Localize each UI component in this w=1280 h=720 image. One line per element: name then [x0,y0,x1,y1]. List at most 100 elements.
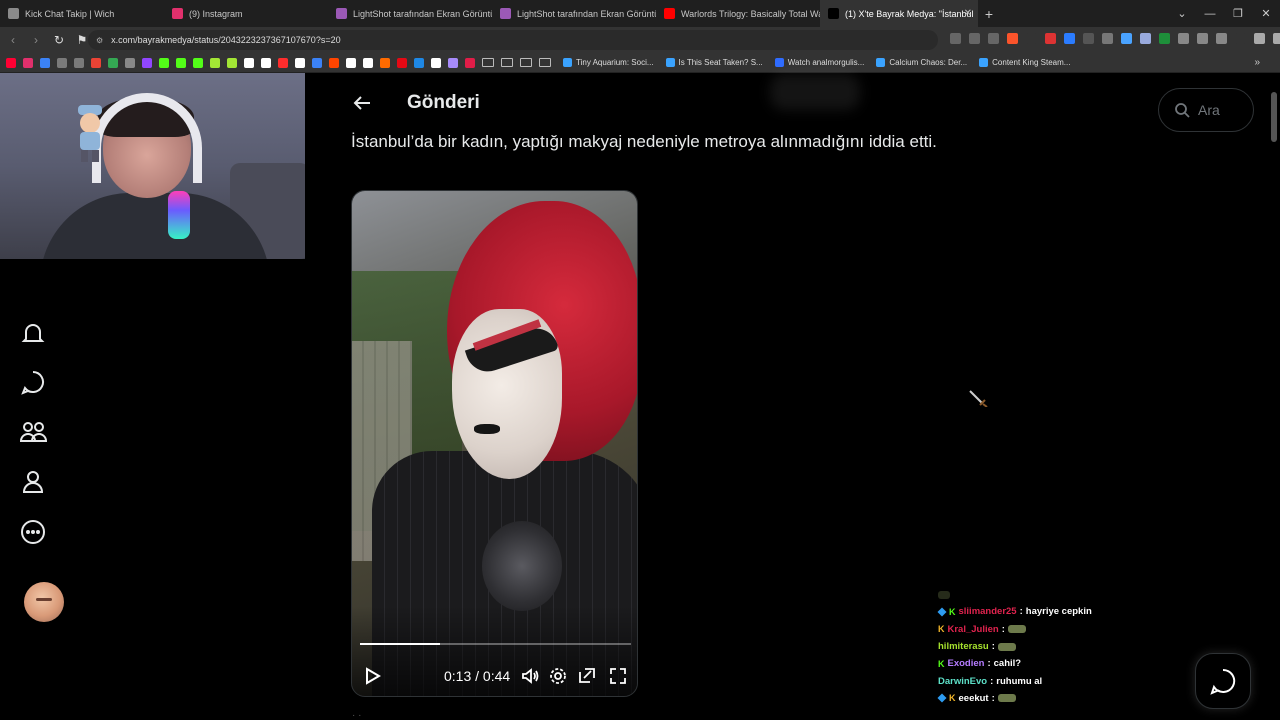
bookmark-item[interactable]: Tiny Aquarium: Soci... [563,58,654,67]
menu-icon[interactable] [1273,33,1280,44]
bookmark-item[interactable]: Calcium Chaos: Der... [876,58,967,67]
bookmark-icon[interactable] [329,57,339,68]
bookmark-icon[interactable] [465,57,475,68]
bookmark-icon[interactable] [295,57,305,68]
chat-message: Keeekut: [937,690,1178,707]
account-avatar[interactable] [24,582,64,622]
bookmark-icon[interactable] [176,57,186,68]
more-options-icon[interactable] [18,517,48,547]
cast-icon[interactable] [950,33,961,44]
bookmark-icon[interactable] [431,57,441,68]
sidebar-icon[interactable] [1216,33,1227,44]
extension-icon[interactable] [1064,33,1075,44]
url-bar[interactable]: ⚙ x.com/bayrakmedya/status/2043223237367… [88,30,938,50]
bookmark-icon[interactable] [142,57,152,68]
communities-icon[interactable] [18,417,48,447]
bookmark-icon[interactable] [108,57,118,68]
volume-icon[interactable] [520,666,540,686]
chat-username[interactable]: DarwinEvo [938,676,987,687]
share-icon[interactable] [988,33,999,44]
extensions-puzzle-icon[interactable] [1197,33,1208,44]
extension-icon[interactable] [1178,33,1189,44]
browser-tab[interactable]: Warlords Trilogy: Basically Total War [656,0,820,27]
extension-icon[interactable] [1102,33,1113,44]
bookmark-icon[interactable] [40,57,50,68]
chat-username[interactable]: sliimander25 [959,606,1017,617]
back-icon[interactable]: ‹ [3,33,23,47]
bookmark-icon[interactable] [57,57,67,68]
extension-icon[interactable] [1140,33,1151,44]
extension-icon[interactable] [1083,33,1094,44]
back-arrow-icon[interactable] [350,91,374,115]
bookmark-icon[interactable] [227,57,237,68]
brave-shield-icon[interactable] [1007,33,1018,44]
media-icon[interactable] [1254,33,1265,44]
search-input[interactable]: Ara [1158,88,1254,132]
notifications-icon[interactable] [18,319,48,349]
extension-icon[interactable] [1159,33,1170,44]
extension-icon[interactable] [1121,33,1132,44]
close-window-button[interactable]: ✕ [1252,7,1280,20]
reload-icon[interactable]: ↻ [49,33,69,47]
bookmark-icon[interactable] [23,57,33,68]
forward-icon[interactable]: › [26,33,46,47]
bookmarks-overflow-icon[interactable]: » [1254,57,1260,68]
tab-search-icon[interactable]: ⌄ [1168,7,1196,20]
fullscreen-icon[interactable] [608,666,628,686]
tab-label: (9) Instagram [189,8,243,19]
browser-tab[interactable]: Kick Chat Takip | Wich [0,0,164,27]
bookmark-folder-icon[interactable] [520,58,532,67]
picture-in-picture-icon[interactable] [577,666,597,686]
chat-username[interactable]: eeekut [959,693,989,704]
browser-tab[interactable]: (9) Instagram [164,0,328,27]
bookmark-icon[interactable] [312,57,322,68]
chat-username[interactable]: Kral_Julien [948,624,999,635]
bookmark-icon[interactable] [210,57,220,68]
messages-icon[interactable] [18,367,48,397]
bookmark-icon[interactable] [278,57,288,68]
bookmark-item[interactable]: Watch analmorgulis... [774,58,864,67]
messages-drawer-button[interactable] [1195,653,1251,709]
site-info-icon[interactable]: ⚙ [96,36,103,45]
maximize-button[interactable]: ❐ [1224,7,1252,20]
bookmark-icon[interactable] [380,57,390,68]
video-player[interactable]: 0:13 / 0:44 [351,190,638,697]
bookmark-item[interactable]: Content King Steam... [979,58,1070,67]
bookmark-icon[interactable] [74,57,84,68]
page-scrollbar[interactable] [1271,92,1277,142]
play-icon[interactable] [362,666,382,686]
browser-tab[interactable]: (1) X'te Bayrak Medya: "İstanbul ✕ [820,0,978,27]
bookmark-folder-icon[interactable] [482,58,494,67]
bookmark-icon[interactable] [261,57,271,68]
bookmark-icon[interactable] [159,57,169,68]
settings-gear-icon[interactable] [548,666,568,686]
bookmark-icon[interactable] [244,57,254,68]
bookmark-icon[interactable] [346,57,356,68]
chat-username[interactable]: hilmiterasu [938,641,989,652]
zoom-icon[interactable] [969,33,980,44]
extension-icons [950,33,1280,44]
bookmark-icon[interactable] [363,57,373,68]
bookmark-icon[interactable] [414,57,424,68]
browser-tab[interactable]: LightShot tarafından Ekran Görüntüsü [492,0,656,27]
search-icon [1175,103,1190,118]
close-tab-icon[interactable]: ✕ [964,8,972,19]
bookmark-icon[interactable] [125,57,135,68]
bookmark-folder-icon[interactable] [539,58,551,67]
new-tab-button[interactable]: + [978,6,1000,22]
browser-tab[interactable]: LightShot tarafından Ekran Görüntüsü [328,0,492,27]
spacer [1235,33,1246,44]
profile-icon[interactable] [18,467,48,497]
bookmarks-bar: Tiny Aquarium: Soci... Is This Seat Taken… [0,53,1280,73]
extension-icon[interactable] [1045,33,1056,44]
bookmark-icon[interactable] [397,57,407,68]
bookmark-icon[interactable] [193,57,203,68]
chat-username[interactable]: Exodien [948,658,985,669]
bookmark-icon[interactable] [448,57,458,68]
bookmark-icon[interactable] [6,57,16,68]
video-progress-bar[interactable] [360,643,631,645]
bookmark-folder-icon[interactable] [501,58,513,67]
bookmark-icon[interactable] [91,57,101,68]
minimize-button[interactable]: — [1196,8,1224,20]
bookmark-item[interactable]: Is This Seat Taken? S... [665,58,763,67]
